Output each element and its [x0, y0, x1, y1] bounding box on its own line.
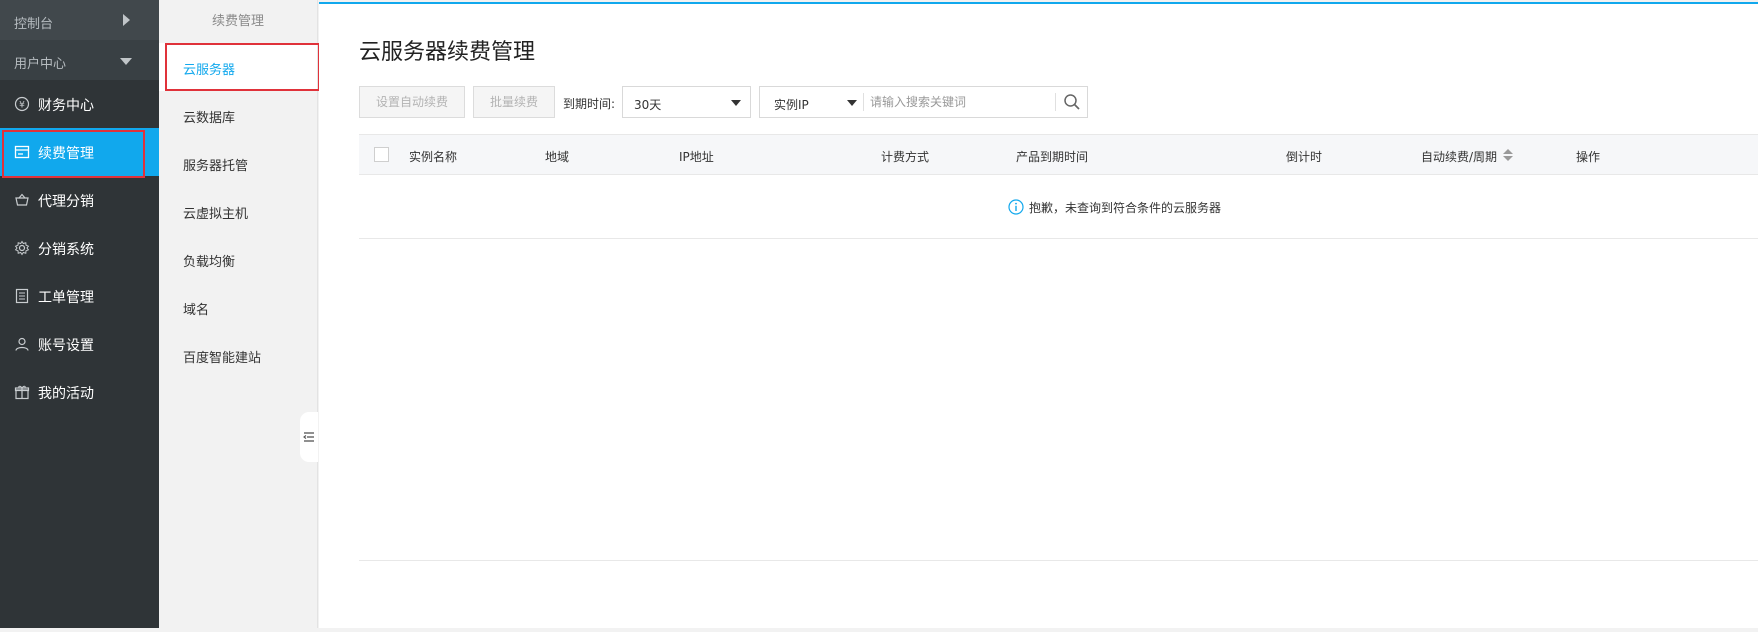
column-header-ip: IP地址 [679, 150, 714, 164]
subnav-title: 续费管理 [211, 14, 264, 29]
sidebar-item-label: 分销系统 [38, 242, 94, 258]
subnav-item-virtual-host[interactable]: 云虚拟主机 [159, 187, 317, 235]
search-box: 实例IP [759, 86, 1088, 118]
basket-icon [14, 192, 30, 208]
column-header-billing: 计费方式 [881, 150, 930, 164]
select-all-checkbox[interactable] [374, 147, 389, 162]
subnav-item-label: 云数据库 [183, 111, 236, 126]
subnav-item-label: 云服务器 [183, 63, 236, 78]
secondary-sidebar: 续费管理 云服务器 云数据库 服务器托管 云虚拟主机 负载均衡 域名 百度智能建… [159, 0, 320, 628]
subnav-item-label: 负载均衡 [183, 255, 236, 270]
table-header: 实例名称 地域 IP地址 计费方式 产品到期时间 倒计时 自动续费/周期 操作 [359, 134, 1758, 175]
sidebar-item-agent[interactable]: 代理分销 [0, 176, 159, 224]
chevron-right-icon [123, 14, 130, 26]
sidebar-item-label: 财务中心 [38, 98, 94, 114]
sidebar-item-renewal[interactable]: 续费管理 [0, 128, 159, 178]
subnav-item-load-balancer[interactable]: 负载均衡 [159, 235, 317, 283]
column-header-region: 地域 [545, 150, 570, 164]
caret-down-icon [731, 100, 741, 106]
yen-circle-icon: ¥ [14, 96, 30, 112]
column-header-actions: 操作 [1576, 150, 1601, 164]
column-header-auto-renew[interactable]: 自动续费/周期 [1421, 148, 1497, 165]
collapse-sidebar-button[interactable] [300, 412, 318, 462]
search-type-select[interactable]: 实例IP [774, 96, 809, 113]
subnav-item-server-hosting[interactable]: 服务器托管 [159, 139, 317, 187]
subnav-item-cloud-database[interactable]: 云数据库 [159, 91, 317, 139]
search-input[interactable] [870, 91, 1050, 113]
console-label: 控制台 [14, 17, 54, 32]
sidebar-item-distribution[interactable]: 分销系统 [0, 224, 159, 272]
set-auto-renew-button[interactable]: 设置自动续费 [359, 86, 465, 118]
expire-time-value: 30天 [634, 98, 662, 112]
user-icon [14, 336, 30, 352]
sidebar-item-label: 代理分销 [38, 194, 94, 210]
column-header-instance-name: 实例名称 [409, 150, 458, 164]
subnav-item-label: 百度智能建站 [183, 351, 262, 366]
subnav-item-cloud-server[interactable]: 云服务器 [159, 43, 320, 91]
expire-time-select[interactable]: 30天 [622, 86, 751, 118]
sidebar-item-activities[interactable]: 我的活动 [0, 368, 159, 416]
collapse-menu-icon [303, 432, 314, 442]
caret-down-icon [847, 100, 857, 106]
chevron-down-icon [120, 58, 132, 65]
gear-icon [14, 240, 30, 256]
renewal-icon [14, 144, 30, 160]
column-header-countdown: 倒计时 [1286, 150, 1323, 164]
app-root: 控制台 用户中心 ¥ 财务中心 续费管理 代理分销 分销系统 工单管理 账号设置… [0, 0, 1758, 632]
sidebar-item-label: 账号设置 [38, 338, 94, 354]
main-sidebar: 控制台 用户中心 ¥ 财务中心 续费管理 代理分销 分销系统 工单管理 账号设置… [0, 0, 159, 628]
user-center-toggle[interactable]: 用户中心 [0, 40, 159, 80]
page-title: 云服务器续费管理 [359, 40, 536, 65]
subnav-item-domain[interactable]: 域名 [159, 283, 317, 331]
divider [359, 560, 1758, 561]
sidebar-item-label: 我的活动 [38, 386, 94, 402]
gift-icon [14, 384, 30, 400]
sidebar-item-account[interactable]: 账号设置 [0, 320, 159, 368]
subnav-item-label: 云虚拟主机 [183, 207, 249, 222]
svg-text:¥: ¥ [19, 101, 25, 111]
divider [1055, 93, 1056, 111]
subnav-item-label: 域名 [183, 303, 210, 318]
sidebar-item-finance[interactable]: ¥ 财务中心 [0, 80, 159, 128]
column-header-expire-time: 产品到期时间 [1016, 150, 1089, 164]
search-icon[interactable] [1061, 92, 1083, 112]
sidebar-item-tickets[interactable]: 工单管理 [0, 272, 159, 320]
subnav-item-label: 服务器托管 [183, 159, 249, 174]
sidebar-item-label: 工单管理 [38, 290, 94, 306]
empty-state-row: 抱歉，未查询到符合条件的云服务器 [359, 175, 1758, 239]
document-icon [14, 288, 30, 304]
renewal-table: 实例名称 地域 IP地址 计费方式 产品到期时间 倒计时 自动续费/周期 操作 … [359, 134, 1758, 239]
sort-icon[interactable] [1503, 149, 1513, 161]
sidebar-item-label: 续费管理 [38, 146, 94, 162]
main-content: 云服务器续费管理 设置自动续费 批量续费 到期时间: 30天 实例IP 实例名称… [319, 2, 1758, 628]
subnav-item-site-builder[interactable]: 百度智能建站 [159, 331, 317, 379]
user-center-label: 用户中心 [14, 57, 67, 72]
empty-message: 抱歉，未查询到符合条件的云服务器 [1029, 201, 1222, 215]
divider [863, 93, 864, 111]
expire-time-label: 到期时间: [563, 97, 616, 111]
console-toggle[interactable]: 控制台 [0, 0, 159, 40]
batch-renew-button[interactable]: 批量续费 [473, 86, 555, 118]
info-icon [1008, 199, 1024, 215]
